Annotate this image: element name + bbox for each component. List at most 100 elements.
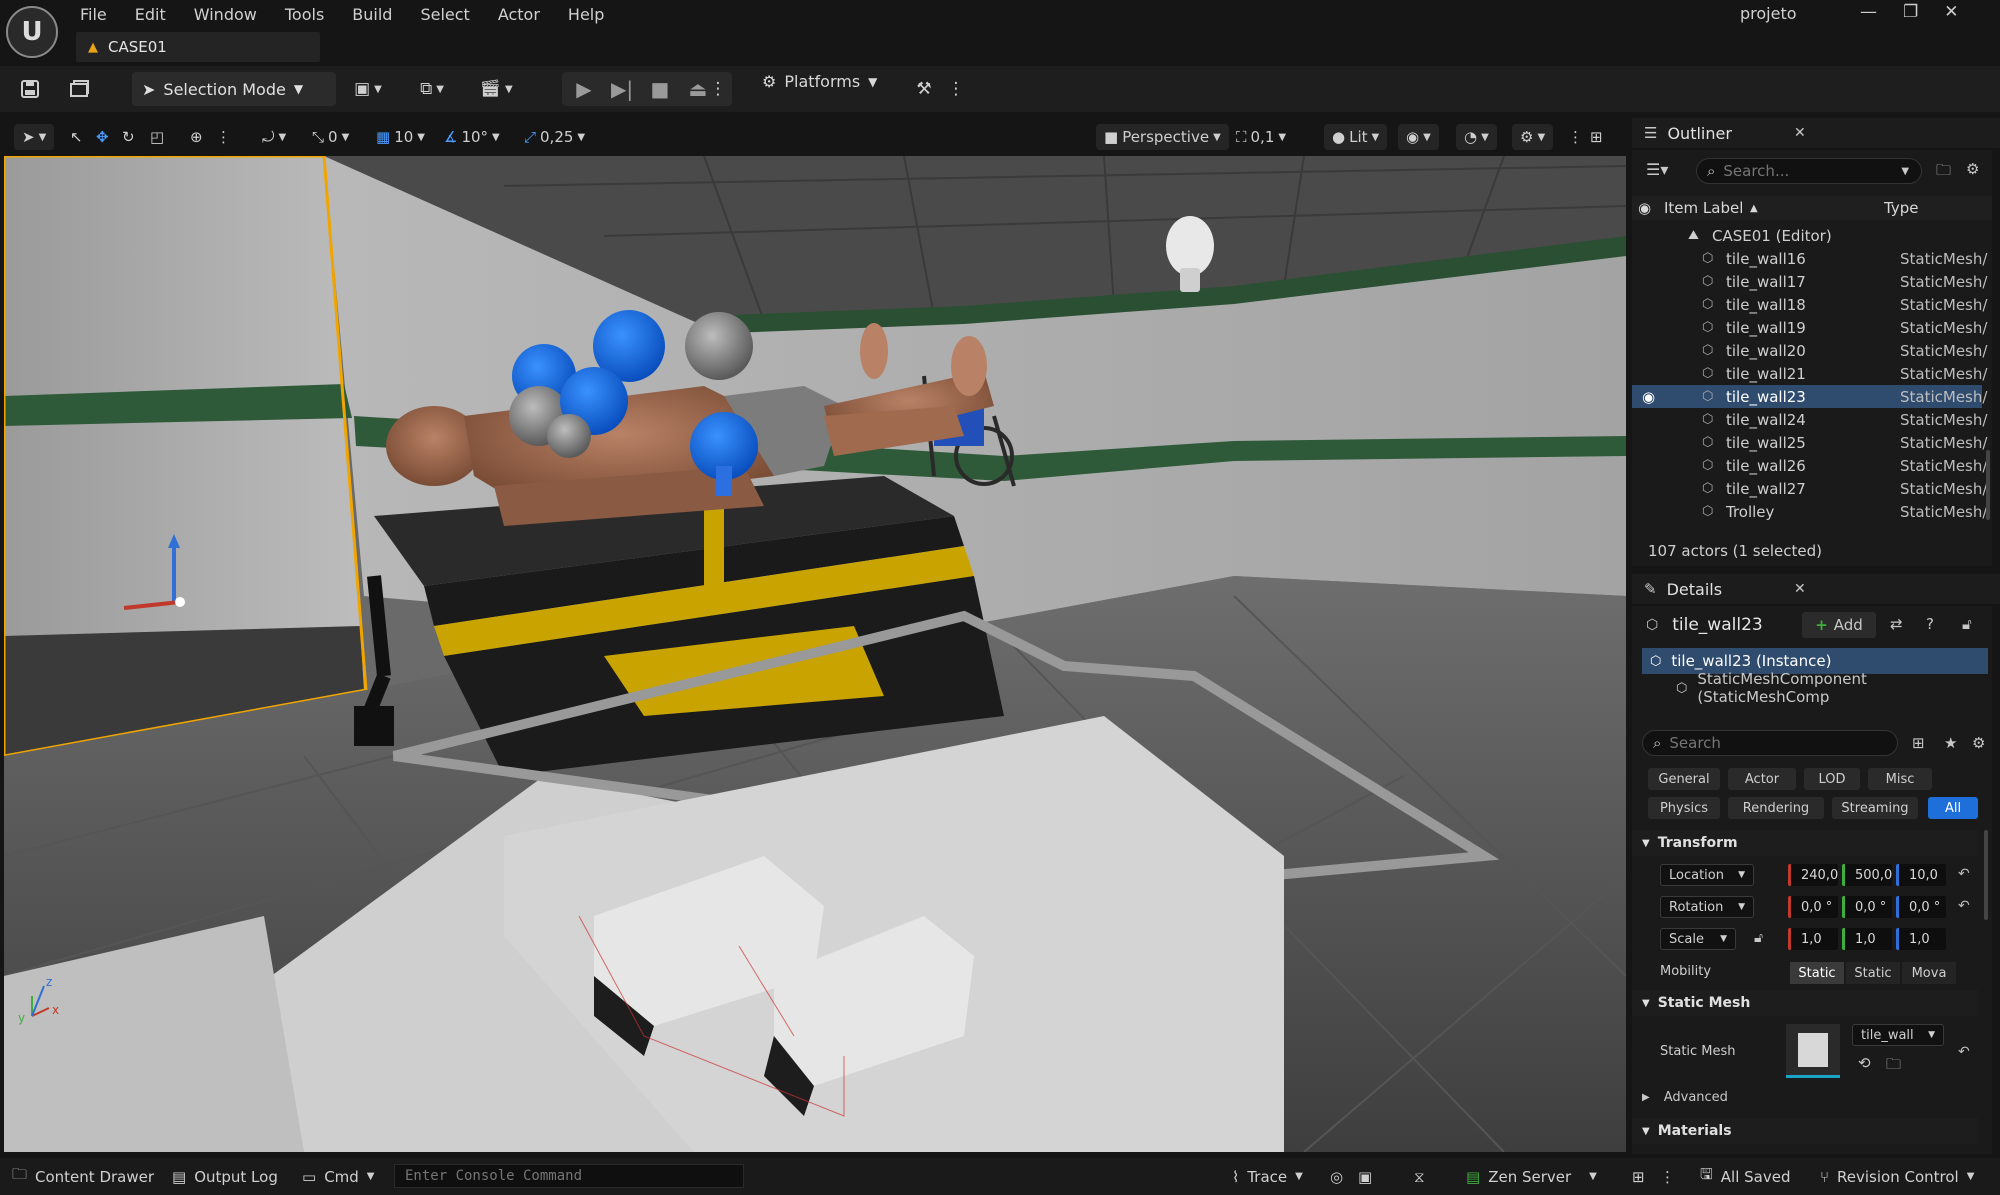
add-folder-icon[interactable]: 🗀︎	[1936, 160, 1951, 185]
type-column[interactable]: Type	[1884, 199, 1918, 217]
outliner-item-selected[interactable]: ◉ ⬡ tile_wall23 StaticMesh/	[1632, 385, 1987, 408]
more-options-icon[interactable]: ⋮	[1568, 124, 1583, 150]
star-icon[interactable]: ★	[1944, 734, 1957, 752]
settings-icon[interactable]: ⚒	[908, 72, 940, 106]
outliner-item[interactable]: ⬡ tile_wall26 StaticMesh/	[1632, 454, 1987, 477]
scale-snap-button[interactable]: ⤢ 0,25 ▼	[524, 124, 585, 150]
save-icon[interactable]	[14, 72, 46, 106]
item-label-column[interactable]: Item Label	[1664, 199, 1743, 217]
add-actor-button[interactable]: ▣ ▼	[346, 72, 390, 106]
eject-icon[interactable]: ⏏	[684, 77, 712, 101]
mobility-static[interactable]: Static	[1790, 962, 1844, 984]
outliner-search-input[interactable]	[1723, 162, 1894, 180]
filter-all[interactable]: All	[1928, 797, 1978, 819]
property-matrix-icon[interactable]: ⊞	[1912, 734, 1925, 752]
blueprint-icon[interactable]: ⇄	[1890, 615, 1903, 633]
source-control-icon[interactable]: ⊞	[1632, 1158, 1645, 1195]
visibility-eye-icon[interactable]: ◉	[1642, 388, 1655, 406]
gear-icon[interactable]: ⚙	[1972, 734, 1985, 752]
filter-rendering[interactable]: Rendering	[1728, 797, 1824, 819]
viewport-settings-dropdown[interactable]: ⚙ ▼	[1512, 124, 1554, 150]
record-icon[interactable]: ◎	[1330, 1158, 1343, 1195]
outliner-item[interactable]: ⬡ Trolley StaticMesh/	[1632, 500, 1987, 523]
reset-rotation-icon[interactable]: ↶	[1958, 898, 1970, 914]
details-scrollbar[interactable]	[1984, 830, 1988, 920]
scale-z-field[interactable]: 1,0	[1896, 928, 1946, 950]
static-mesh-dropdown[interactable]: tile_wall ▼	[1852, 1024, 1944, 1046]
console-command-input[interactable]	[405, 1168, 725, 1184]
zen-server-dropdown[interactable]: ▤ Zen Server ▼	[1466, 1158, 1597, 1195]
help-icon[interactable]: ?	[1926, 615, 1934, 633]
more-options-icon[interactable]: ⋮	[948, 72, 965, 106]
outliner-root-row[interactable]: ⛰ CASE01 (Editor)	[1632, 224, 1982, 247]
filter-actor[interactable]: Actor	[1728, 768, 1796, 790]
materials-section[interactable]: ▼ Materials	[1632, 1118, 1978, 1144]
angle-snap-button[interactable]: ∡ 10° ▼	[444, 124, 500, 150]
menu-actor[interactable]: Actor	[484, 2, 554, 27]
static-mesh-thumbnail[interactable]	[1786, 1024, 1840, 1078]
reset-static-mesh-icon[interactable]: ↶	[1958, 1044, 1970, 1060]
blueprint-button[interactable]: ⧉ ▼	[410, 72, 454, 106]
minimize-icon[interactable]: —	[1860, 2, 1877, 22]
world-local-icon[interactable]: ⊕	[190, 124, 203, 150]
outliner-tab[interactable]: ☰ Outliner ✕	[1632, 118, 2000, 148]
gear-icon[interactable]: ⚙	[1966, 160, 1979, 178]
more-options-icon[interactable]: ⋮	[710, 72, 727, 106]
reset-location-icon[interactable]: ↶	[1958, 866, 1970, 882]
mobility-stationary[interactable]: Static	[1846, 962, 1900, 984]
grid-snap-button[interactable]: ▦ 10 ▼	[376, 124, 425, 150]
trace-dropdown[interactable]: ⌇ Trace ▼	[1232, 1158, 1303, 1195]
screenshot-icon[interactable]: ▣	[1358, 1158, 1372, 1195]
outliner-item[interactable]: ⬡ tile_wall20 StaticMesh/	[1632, 339, 1987, 362]
level-viewport[interactable]: zx y	[4, 156, 1626, 1152]
lit-dropdown[interactable]: ● Lit ▼	[1324, 124, 1388, 150]
lock-icon[interactable]: 🔓︎	[1962, 615, 1972, 633]
location-z-field[interactable]: 10,0	[1896, 864, 1946, 886]
outliner-item[interactable]: ⬡ tile_wall18 StaticMesh/	[1632, 293, 1987, 316]
rotate-tool-icon[interactable]: ↻	[122, 124, 135, 150]
advanced-row[interactable]: ▶ Advanced	[1642, 1090, 1728, 1105]
menu-build[interactable]: Build	[338, 2, 406, 27]
filter-general[interactable]: General	[1648, 768, 1720, 790]
console-command-field[interactable]	[394, 1164, 744, 1188]
use-selected-icon[interactable]: ⟲	[1858, 1054, 1871, 1072]
rotation-dropdown[interactable]: Rotation ▼	[1660, 896, 1754, 918]
more-options-icon[interactable]: ⋮	[1660, 1158, 1675, 1195]
outliner-item[interactable]: ⬡ tile_wall27 StaticMesh/	[1632, 477, 1987, 500]
platforms-dropdown[interactable]: ⚙ Platforms ▼	[762, 72, 877, 91]
menu-window[interactable]: Window	[180, 2, 271, 27]
selection-mode-dropdown[interactable]: ➤ Selection Mode ▼	[132, 72, 336, 106]
scale-y-field[interactable]: 1,0	[1842, 928, 1892, 950]
outliner-item[interactable]: ⬡ tile_wall21 StaticMesh/	[1632, 362, 1987, 385]
content-drawer-button[interactable]: 🗀︎ Content Drawer	[12, 1158, 154, 1195]
filter-misc[interactable]: Misc	[1868, 768, 1932, 790]
outliner-item[interactable]: ⬡ tile_wall25 StaticMesh/	[1632, 431, 1987, 454]
filter-physics[interactable]: Physics	[1648, 797, 1720, 819]
rotation-snap-button[interactable]: ⤡ 0 ▼	[312, 124, 349, 150]
derived-data-icon[interactable]: ⧖	[1414, 1158, 1425, 1195]
select-tool-icon[interactable]: ↖	[70, 124, 83, 150]
output-log-button[interactable]: ▤ Output Log	[172, 1158, 278, 1195]
translate-tool-icon[interactable]: ✥	[96, 124, 109, 150]
rotation-y-field[interactable]: 0,0 °	[1842, 896, 1892, 918]
restore-icon[interactable]: ❐	[1903, 2, 1918, 22]
add-component-button[interactable]: + Add	[1802, 612, 1876, 638]
menu-edit[interactable]: Edit	[121, 2, 180, 27]
outliner-scrollbar[interactable]	[1986, 450, 1990, 520]
outliner-item[interactable]: ⬡ tile_wall16 StaticMesh/	[1632, 247, 1987, 270]
menu-file[interactable]: File	[66, 2, 121, 27]
actor-name[interactable]: tile_wall23	[1672, 615, 1762, 635]
outliner-item[interactable]: ⬡ tile_wall19 StaticMesh/	[1632, 316, 1987, 339]
close-icon[interactable]: ✕	[1944, 2, 1958, 22]
camera-speed-button[interactable]: ⛶ 0,1 ▼	[1236, 124, 1286, 150]
menu-tools[interactable]: Tools	[271, 2, 338, 27]
details-tab[interactable]: ✎ Details ✕	[1632, 574, 2000, 604]
browse-icon[interactable]: 🗀︎	[1886, 1054, 1901, 1079]
more-options-icon[interactable]: ⋮	[216, 124, 231, 150]
static-mesh-section[interactable]: ▼ Static Mesh	[1632, 990, 1978, 1016]
surface-snap-button[interactable]: ⤾ ▼	[262, 124, 286, 150]
close-icon[interactable]: ✕	[1794, 581, 1806, 597]
filter-streaming[interactable]: Streaming	[1832, 797, 1918, 819]
filter-icon[interactable]: ☰▾	[1646, 160, 1668, 179]
menu-help[interactable]: Help	[554, 2, 618, 27]
